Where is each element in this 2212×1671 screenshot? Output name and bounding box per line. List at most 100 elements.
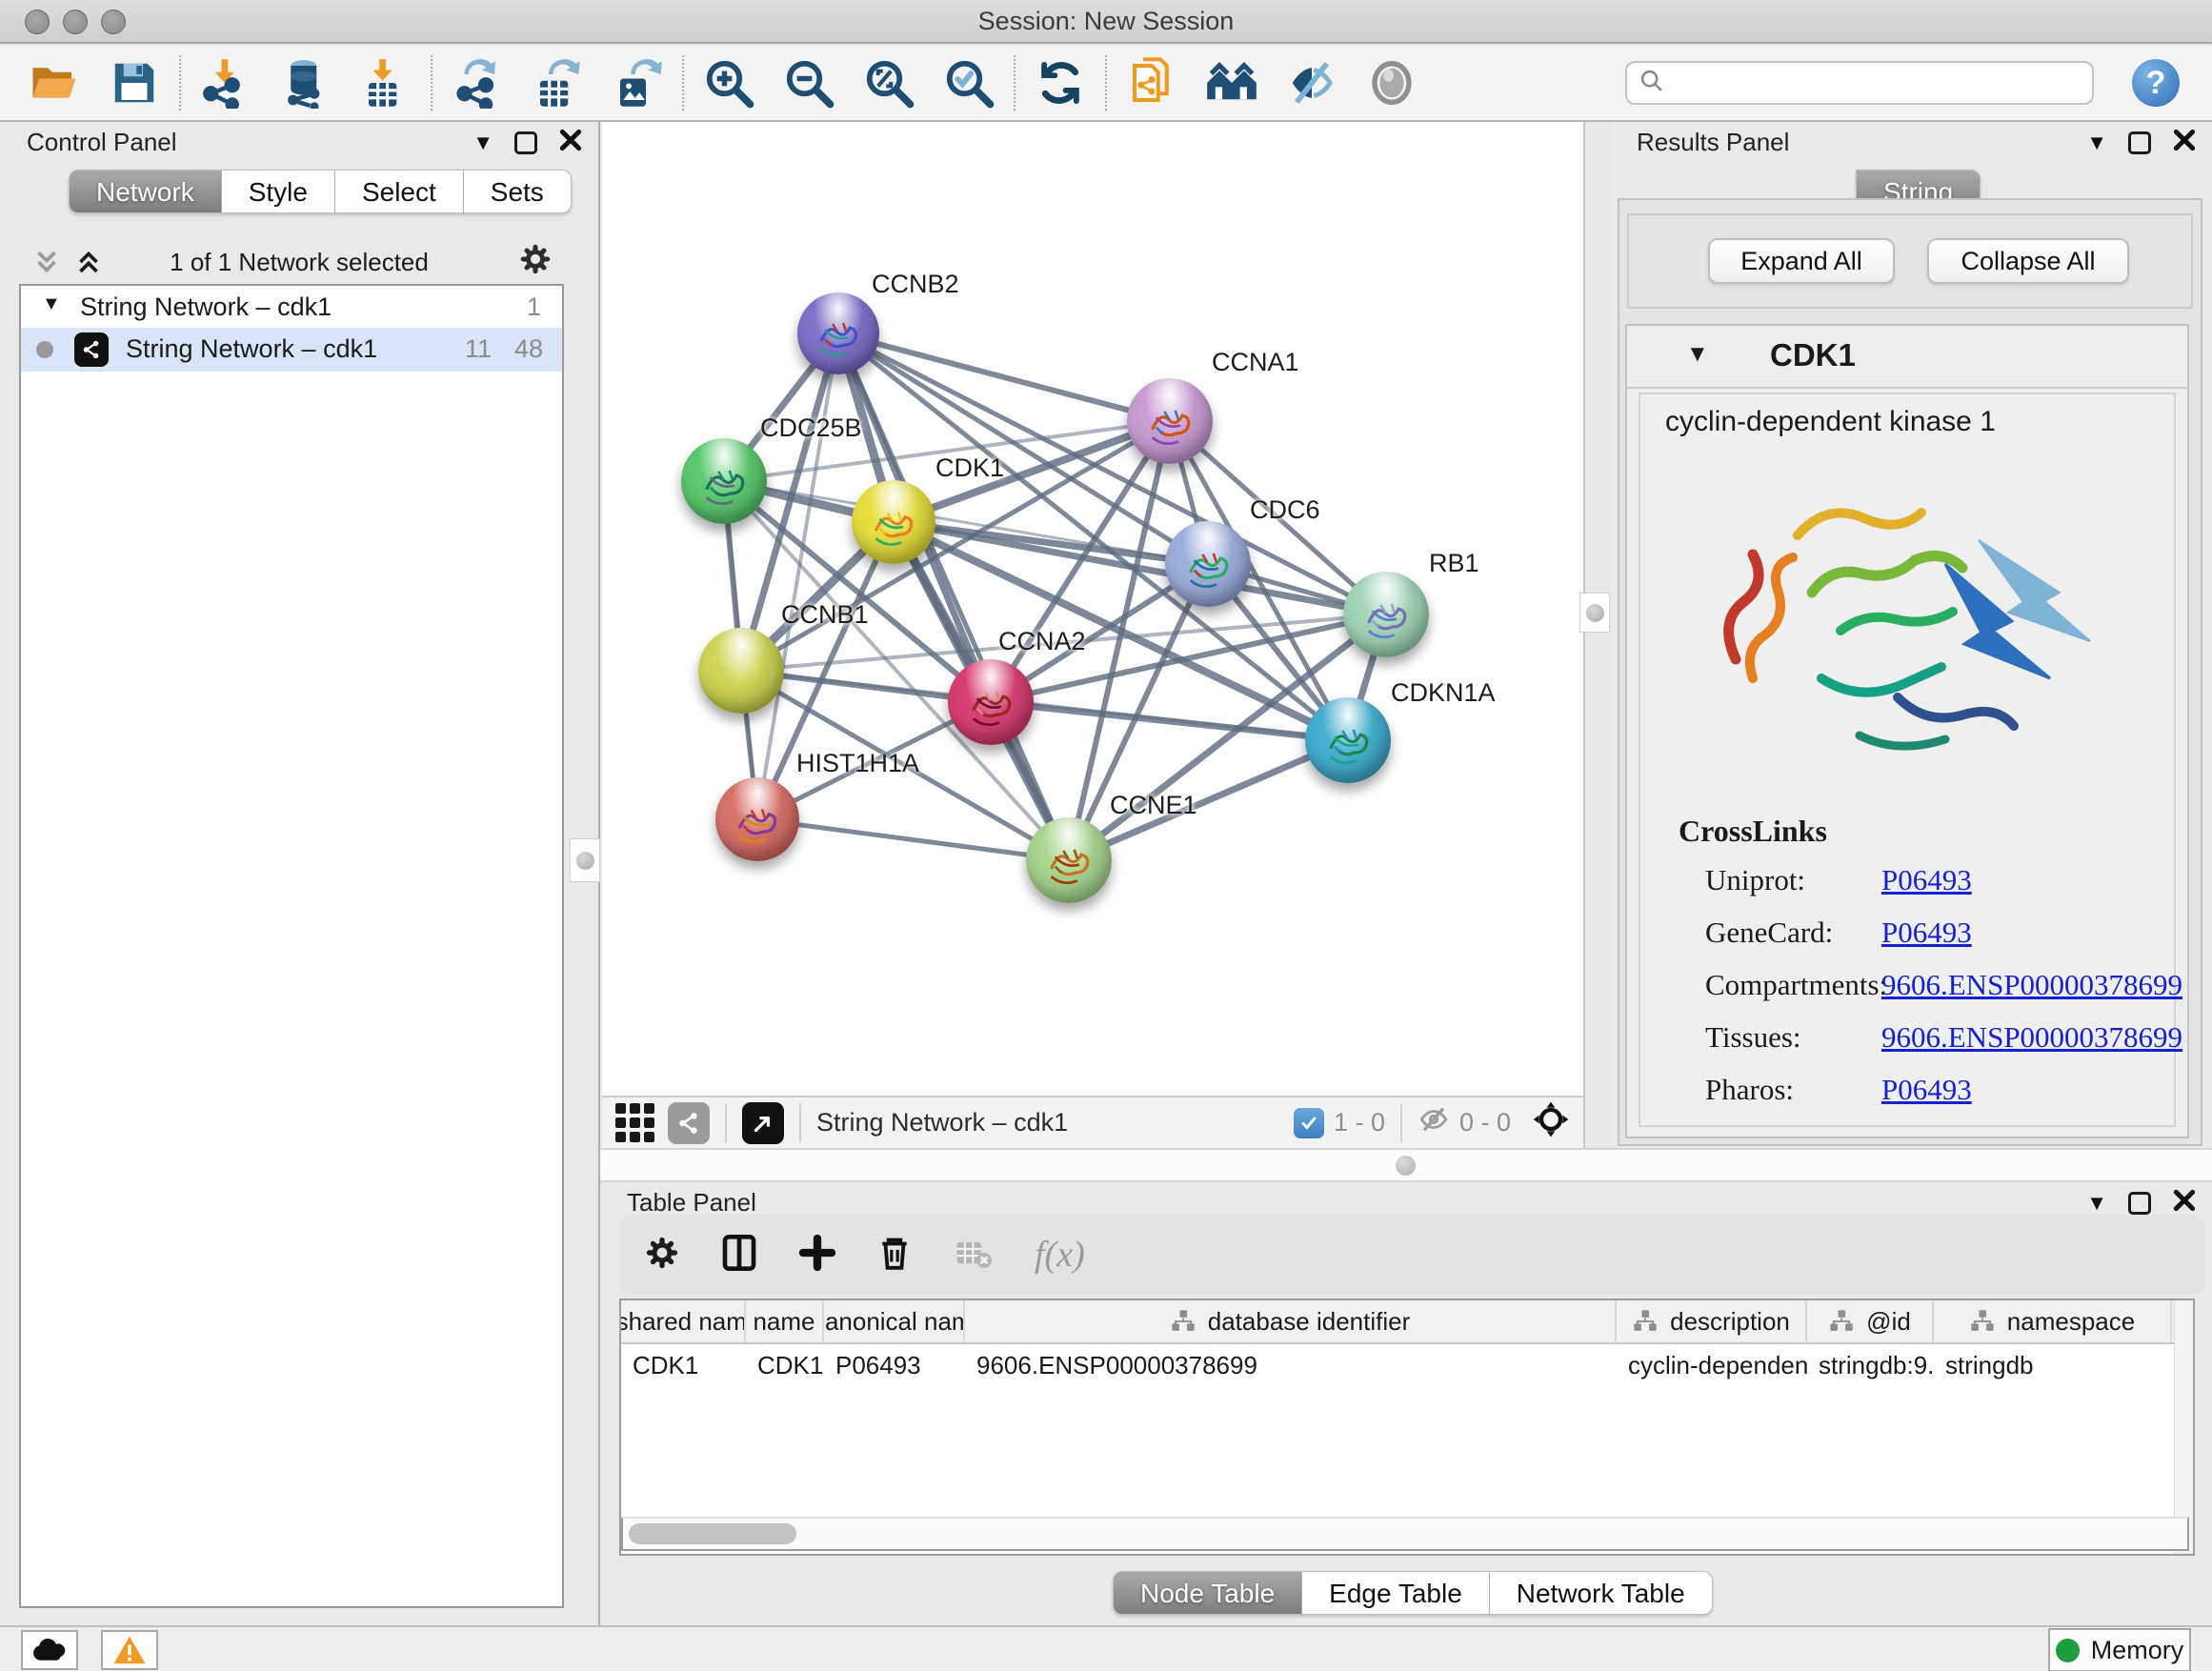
results-panel-splitter[interactable]: [1583, 122, 1610, 1148]
table-row[interactable]: CDK1CDK1P064939606.ENSP00000378699cyclin…: [621, 1344, 2193, 1388]
network-node-cdc6[interactable]: [1165, 521, 1251, 607]
add-column-icon[interactable]: [798, 1234, 836, 1277]
table-panel-splitter[interactable]: [600, 1148, 2212, 1182]
selection-mode-icon[interactable]: [1532, 1100, 1570, 1145]
tab-network[interactable]: Network: [69, 170, 222, 213]
network-node-cdc25b[interactable]: [681, 438, 767, 524]
network-node-ccna1[interactable]: [1127, 378, 1213, 464]
crosslink-value-link[interactable]: P06493: [1881, 1073, 1972, 1107]
show-graphics-details-icon[interactable]: [1364, 54, 1419, 111]
panel-float-icon[interactable]: [2128, 131, 2151, 154]
home-panel-icon[interactable]: [1204, 54, 1259, 111]
column-header-description[interactable]: description: [1617, 1300, 1807, 1342]
panel-float-icon[interactable]: [2128, 1192, 2151, 1215]
column-header-name[interactable]: name: [746, 1300, 824, 1342]
network-view-canvas[interactable]: CCNB2CCNA1CDC25BCDK1CDC6RB1CCNB1CCNA2CDK…: [602, 122, 1583, 1096]
collapse-all-button[interactable]: Collapse All: [1927, 238, 2129, 284]
network-node-ccnb1[interactable]: [698, 628, 784, 714]
network-node-ccnb2[interactable]: [797, 292, 879, 374]
tab-node-table[interactable]: Node Table: [1113, 1571, 1302, 1615]
network-node-hist1h1a[interactable]: [715, 777, 799, 861]
network-node-ccne1[interactable]: [1026, 817, 1112, 903]
table-cell[interactable]: stringdb:9...: [1807, 1344, 1934, 1388]
protein-squiggle: [1357, 587, 1417, 647]
cloud-button[interactable]: [21, 1630, 78, 1670]
selected-checkbox-icon[interactable]: [1294, 1108, 1324, 1138]
zoom-in-icon[interactable]: [701, 54, 756, 111]
network-node-cdk1[interactable]: [852, 480, 935, 564]
table-settings-gear-icon[interactable]: [644, 1235, 680, 1276]
control-panel-splitter-handle[interactable]: [570, 838, 600, 882]
tab-sets[interactable]: Sets: [464, 170, 572, 213]
zoom-out-icon[interactable]: [781, 54, 836, 111]
tab-edge-table[interactable]: Edge Table: [1302, 1571, 1490, 1615]
save-session-icon[interactable]: [107, 54, 162, 111]
export-table-icon[interactable]: [530, 54, 585, 111]
delete-column-icon[interactable]: [876, 1233, 913, 1278]
table-cell[interactable]: stringdb: [1934, 1344, 2172, 1388]
crosslink-value-link[interactable]: P06493: [1881, 916, 1972, 950]
panel-close-icon[interactable]: [558, 128, 583, 157]
panel-float-icon[interactable]: [514, 131, 537, 154]
network-options-gear-icon[interactable]: [518, 242, 553, 281]
panel-close-icon[interactable]: [2172, 128, 2197, 157]
show-columns-icon[interactable]: [720, 1233, 758, 1278]
memory-button[interactable]: Memory: [2048, 1628, 2191, 1671]
network-row-selected[interactable]: String Network – cdk11148: [21, 328, 562, 372]
entry-collapse-icon[interactable]: ▼: [1686, 341, 1709, 368]
table-panel-splitter-handle[interactable]: [1396, 1156, 1416, 1176]
tab-network-table[interactable]: Network Table: [1490, 1571, 1713, 1615]
column-header--id[interactable]: @id: [1807, 1300, 1934, 1342]
column-header-canonical-name[interactable]: canonical name: [824, 1300, 965, 1342]
table-cell[interactable]: cyclin-dependent ...: [1617, 1344, 1807, 1388]
network-list: ▼String Network – cdk11String Network – …: [19, 284, 564, 1608]
import-table-file-icon[interactable]: [358, 54, 413, 111]
tab-select[interactable]: Select: [335, 170, 464, 213]
search-input[interactable]: [1665, 68, 2081, 99]
tab-style[interactable]: Style: [222, 170, 335, 213]
column-header-namespace[interactable]: namespace: [1934, 1300, 2172, 1342]
network-grid-view-icon[interactable]: [615, 1103, 654, 1142]
panel-collapse-icon[interactable]: ▼: [473, 130, 493, 156]
network-node-rb1[interactable]: [1343, 572, 1429, 657]
table-horizontal-scrollbar[interactable]: [621, 1517, 2189, 1551]
network-share-view-icon[interactable]: [668, 1102, 710, 1144]
zoom-selected-icon[interactable]: [941, 54, 996, 111]
network-node-ccna2[interactable]: [948, 659, 1034, 745]
import-network-file-icon[interactable]: [198, 54, 253, 111]
crosslink-value-link[interactable]: 9606.ENSP00000378699: [1881, 1020, 2182, 1055]
panel-collapse-icon[interactable]: ▼: [2086, 1190, 2107, 1217]
export-image-icon[interactable]: [610, 54, 665, 111]
column-header-shared-name[interactable]: shared name: [621, 1300, 746, 1342]
hide-unhide-icon[interactable]: [1284, 54, 1339, 111]
crosslink-value-link[interactable]: P06493: [1881, 863, 1972, 897]
open-session-icon[interactable]: [27, 54, 82, 111]
network-node-cdkn1a[interactable]: [1305, 697, 1391, 783]
table-cell[interactable]: 9606.ENSP00000378699: [965, 1344, 1617, 1388]
crosslink-value-link[interactable]: 9606.ENSP00000378699: [1881, 968, 2182, 1002]
refresh-view-icon[interactable]: [1033, 54, 1088, 111]
birdseye-view-icon[interactable]: [742, 1102, 784, 1144]
search-field[interactable]: [1625, 61, 2094, 105]
panel-close-icon[interactable]: [2172, 1188, 2197, 1218]
expand-all-button[interactable]: Expand All: [1708, 238, 1895, 284]
scrollbar-thumb[interactable]: [629, 1523, 796, 1544]
results-panel-splitter-handle[interactable]: [1579, 593, 1610, 633]
table-cell[interactable]: P06493: [824, 1344, 965, 1388]
import-network-database-icon[interactable]: [278, 54, 333, 111]
export-network-icon[interactable]: [450, 54, 505, 111]
help-icon[interactable]: ?: [2132, 59, 2180, 107]
column-header-database-identifier[interactable]: database identifier: [965, 1300, 1617, 1342]
network-selection-row: 1 of 1 Network selected: [19, 242, 579, 284]
panel-collapse-icon[interactable]: ▼: [2086, 130, 2107, 156]
zoom-fit-icon[interactable]: [861, 54, 916, 111]
cdk1-entry-header[interactable]: ▼ CDK1: [1627, 326, 2187, 389]
warnings-button[interactable]: [101, 1630, 158, 1670]
table-cell[interactable]: CDK1: [621, 1344, 746, 1388]
tree-expand-icon[interactable]: ▼: [42, 293, 61, 315]
node-label-cdc6: CDC6: [1250, 495, 1320, 525]
column-label: shared name: [621, 1307, 746, 1337]
annotations-icon[interactable]: [1124, 54, 1179, 111]
table-cell[interactable]: CDK1: [746, 1344, 824, 1388]
network-collection-row[interactable]: ▼String Network – cdk11: [21, 286, 562, 328]
